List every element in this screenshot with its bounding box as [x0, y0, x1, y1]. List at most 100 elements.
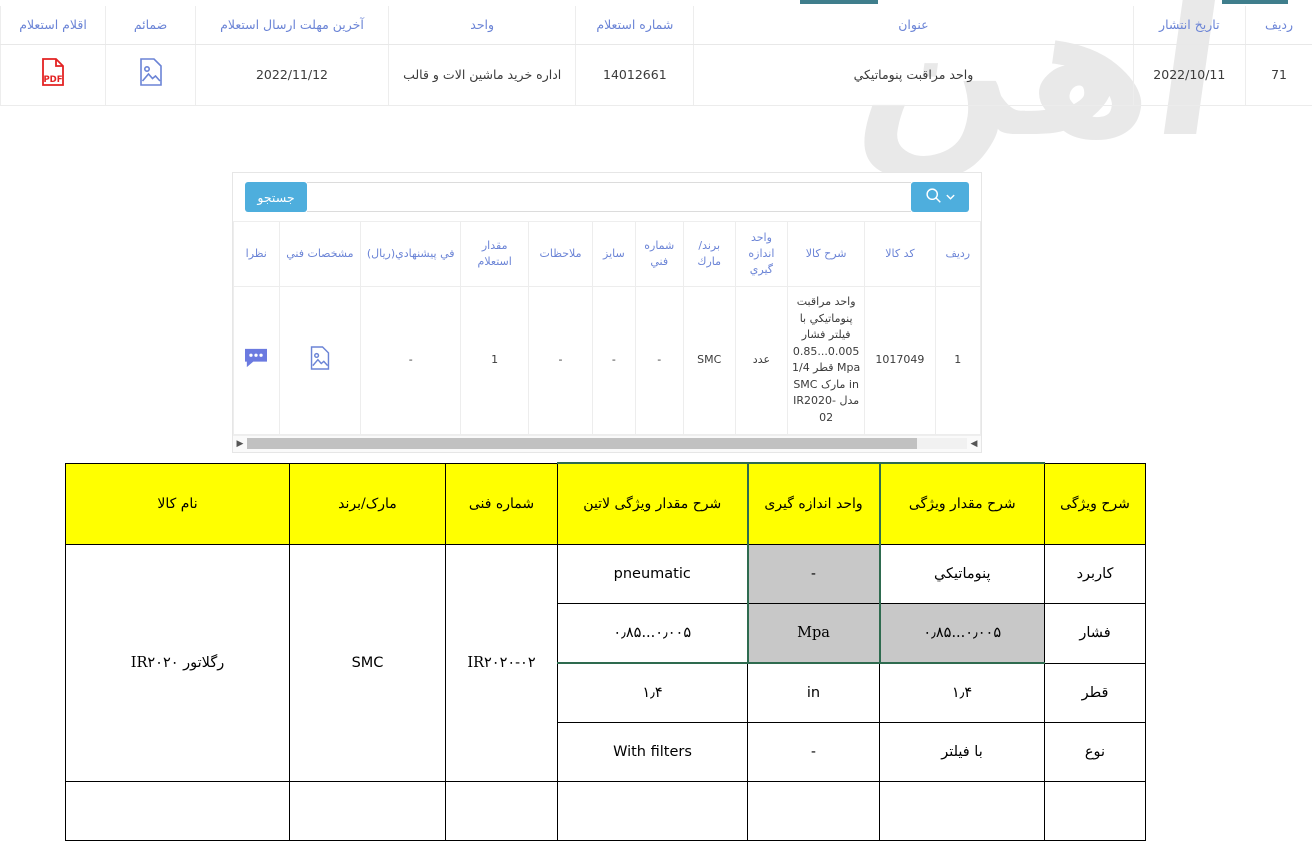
header-inquiry-items: اقلام استعلام	[1, 6, 106, 45]
cell-inquiry-items[interactable]: PDF	[1, 45, 106, 106]
table-row: کاربرد پنوماتيکي - pneumatic IR۲۰۲۰-۰۲ S…	[66, 545, 1146, 604]
spec-cell-brand: SMC	[290, 545, 446, 782]
items-header-row-no: ردیف	[935, 222, 980, 286]
items-header-tech-spec: مشخصات فني	[279, 222, 361, 286]
spec-cell-value: با فیلتر	[880, 723, 1045, 782]
items-cell-comments[interactable]	[234, 286, 280, 434]
spec-cell-latin-value: ۰٫۰۰۵...۰٫۸۵	[558, 604, 748, 664]
spec-partial-cell	[748, 782, 880, 841]
spec-cell-feature: قطر	[1045, 663, 1146, 723]
pdf-file-icon[interactable]: PDF	[40, 57, 66, 93]
spec-partial-cell	[558, 782, 748, 841]
items-cell-quantity: 1	[461, 286, 529, 434]
cell-unit: اداره خرید ماشین الات و قالب	[388, 45, 576, 106]
items-cell-description: واحد مراقبت پنوماتيکي با فیلتر فشار 0.00…	[788, 286, 865, 434]
spec-cell-value: ۱٫۴	[880, 663, 1045, 723]
inquiry-table-wrapper: ردیف تاریخ انتشار عنوان شماره استعلام وا…	[0, 6, 1312, 106]
spec-header-measure-unit: واحد اندازه گیری	[748, 463, 880, 545]
spec-table: شرح ویژگی شرح مقدار ویژگی واحد اندازه گی…	[65, 462, 1146, 841]
cell-row-no: 71	[1246, 45, 1312, 106]
cell-inquiry-number: 14012661	[576, 45, 694, 106]
spec-partial-cell	[880, 782, 1045, 841]
spec-header-latin-value: شرح مقدار ویژگی لاتین	[558, 463, 748, 545]
search-button[interactable]: جستجو	[245, 182, 307, 212]
scrollbar-track[interactable]	[247, 438, 967, 449]
spec-header-brand: مارک/برند	[290, 463, 446, 545]
items-header-comments: نظرا	[234, 222, 280, 286]
items-cell-size: -	[592, 286, 635, 434]
spec-table-wrapper: شرح ویژگی شرح مقدار ویژگی واحد اندازه گی…	[66, 462, 1146, 841]
items-cell-notes: -	[529, 286, 593, 434]
header-publish-date: تاریخ انتشار	[1133, 6, 1246, 45]
image-file-icon[interactable]	[309, 361, 331, 374]
spec-cell-value: پنوماتيکي	[880, 545, 1045, 604]
table-row: 1 1017049 واحد مراقبت پنوماتيکي با فیلتر…	[234, 286, 981, 434]
spec-partial-cell	[66, 782, 290, 841]
spec-cell-latin-value: With filters	[558, 723, 748, 782]
items-table-scroll-area: ردیف کد کالا شرح کالا واحد اندازه گيري ب…	[233, 222, 981, 435]
header-deadline: آخرین مهلت ارسال استعلام	[196, 6, 389, 45]
items-cell-tech-spec[interactable]	[279, 286, 361, 434]
spec-partial-cell	[1045, 782, 1146, 841]
items-header-unit-price: في پیشنهادي(ریال)	[361, 222, 461, 286]
search-bar: جستجو	[233, 173, 981, 222]
items-cell-code: 1017049	[865, 286, 935, 434]
tab-fragment-2[interactable]	[1222, 0, 1288, 4]
search-toggle-button[interactable]	[911, 182, 969, 212]
search-icon	[925, 187, 942, 207]
items-cell-unit-price[interactable]: -	[361, 286, 461, 434]
table-row[interactable]: 71 2022/10/11 واحد مراقبت پنوماتيکي 1401…	[1, 45, 1312, 106]
spec-cell-feature: فشار	[1045, 604, 1146, 664]
spec-header-tech-number: شماره فنی	[446, 463, 558, 545]
spec-cell-value: ۰٫۰۰۵...۰٫۸۵	[880, 604, 1045, 664]
header-attachments: ضمائم	[106, 6, 196, 45]
scrollbar-thumb[interactable]	[247, 438, 917, 449]
items-table: ردیف کد کالا شرح کالا واحد اندازه گيري ب…	[233, 222, 981, 435]
spec-cell-tech-number: IR۲۰۲۰-۰۲	[446, 545, 558, 782]
spec-cell-measure-unit: -	[748, 545, 880, 604]
spec-header-feature: شرح ویژگی	[1045, 463, 1146, 545]
header-inquiry-number: شماره استعلام	[576, 6, 694, 45]
spec-header-value: شرح مقدار ویژگی	[880, 463, 1045, 545]
spec-partial-cell	[446, 782, 558, 841]
header-title: عنوان	[694, 6, 1133, 45]
scroll-right-arrow[interactable]: ▶	[233, 439, 247, 449]
spec-cell-latin-value: pneumatic	[558, 545, 748, 604]
items-header-brand: برند/ مارك	[683, 222, 735, 286]
spec-partial-cell	[290, 782, 446, 841]
inquiry-table: ردیف تاریخ انتشار عنوان شماره استعلام وا…	[0, 6, 1312, 106]
items-cell-measure-unit: عدد	[735, 286, 787, 434]
items-cell-row-no: 1	[935, 286, 980, 434]
spec-cell-feature: کاربرد	[1045, 545, 1146, 604]
spec-partial-row	[66, 782, 1146, 841]
items-header-size: سایز	[592, 222, 635, 286]
cell-publish-date: 2022/10/11	[1133, 45, 1246, 106]
search-input[interactable]	[307, 182, 911, 212]
items-panel: جستجو ردیف کد کالا شرح کالا واحد اندازه …	[232, 172, 982, 453]
items-header-description: شرح کالا	[788, 222, 865, 286]
items-header-row: ردیف کد کالا شرح کالا واحد اندازه گيري ب…	[234, 222, 981, 286]
cell-deadline: 2022/11/12	[196, 45, 389, 106]
spec-cell-measure-unit: Mpa	[748, 604, 880, 664]
spec-header-product-name: نام کالا	[66, 463, 290, 545]
image-file-icon[interactable]	[138, 57, 164, 93]
items-header-notes: ملاحظات	[529, 222, 593, 286]
header-unit: واحد	[388, 6, 576, 45]
horizontal-scrollbar[interactable]: ◀ ▶	[233, 435, 981, 452]
cell-attachments[interactable]	[106, 45, 196, 106]
spec-cell-product-name: رگلاتور IR۲۰۲۰	[66, 545, 290, 782]
spec-cell-feature: نوع	[1045, 723, 1146, 782]
items-header-code: کد کالا	[865, 222, 935, 286]
items-header-tech-number: شماره فني	[635, 222, 683, 286]
comment-bubble-icon[interactable]	[243, 359, 269, 372]
tab-fragment-1[interactable]	[800, 0, 878, 4]
cell-title-link[interactable]: واحد مراقبت پنوماتيکي	[694, 45, 1133, 106]
items-header-quantity: مقدار استعلام	[461, 222, 529, 286]
scroll-left-arrow[interactable]: ◀	[967, 439, 981, 449]
spec-cell-latin-value: ۱٫۴	[558, 663, 748, 723]
spec-cell-measure-unit: -	[748, 723, 880, 782]
items-header-measure-unit: واحد اندازه گيري	[735, 222, 787, 286]
chevron-down-icon	[945, 190, 956, 205]
items-cell-brand: SMC	[683, 286, 735, 434]
spec-header-row: شرح ویژگی شرح مقدار ویژگی واحد اندازه گی…	[66, 463, 1146, 545]
